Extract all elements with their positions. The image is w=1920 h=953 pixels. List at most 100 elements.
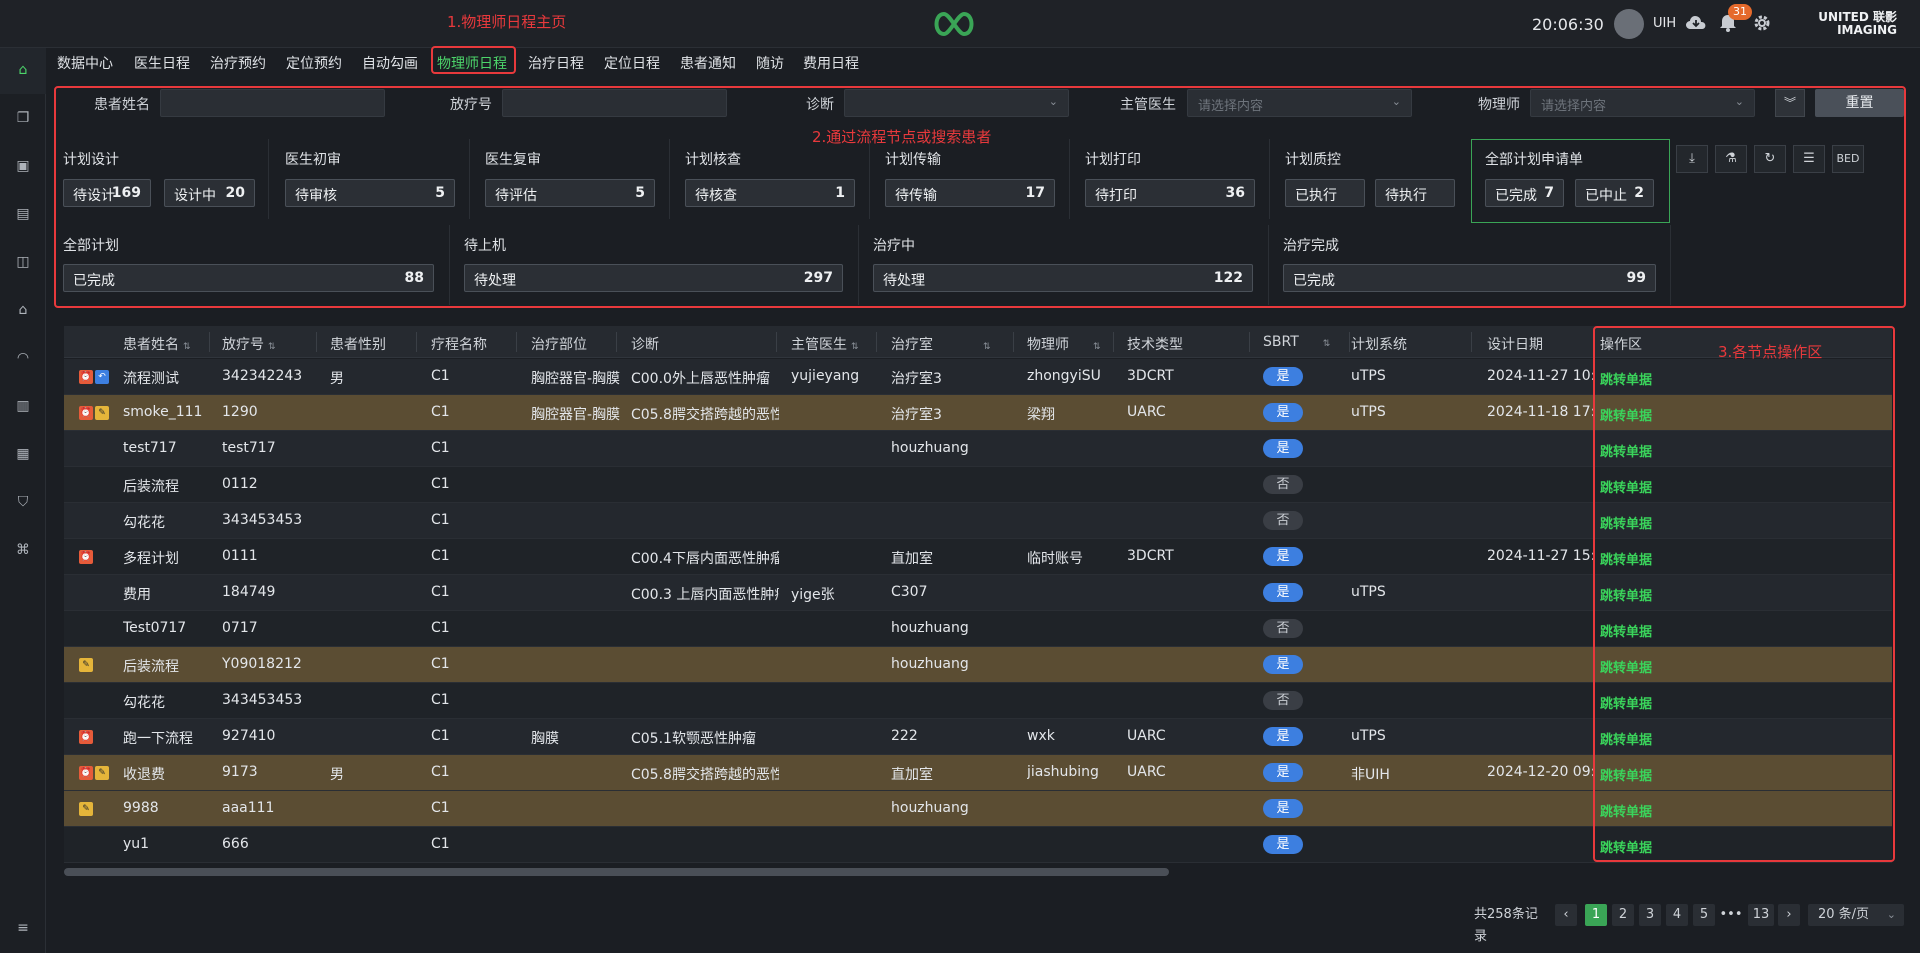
col-plan-system[interactable]: 计划系统	[1351, 334, 1407, 354]
alarm-icon[interactable]: ⏰	[79, 550, 93, 564]
patient-name-input[interactable]	[160, 89, 385, 117]
node-btn-to-transfer[interactable]: 待传输 17	[885, 179, 1055, 207]
col-radio-no[interactable]: 放疗号 ⇅	[222, 334, 276, 354]
doctor-select[interactable]: 请选择内容 ⌄	[1187, 89, 1412, 117]
page-ellipsis[interactable]: •••	[1718, 904, 1744, 926]
col-diagnosis[interactable]: 诊断	[631, 334, 659, 354]
node-btn-to-check[interactable]: 待核查 1	[685, 179, 855, 207]
alarm-icon[interactable]: ⏰	[79, 406, 93, 420]
node-btn-treatment-done[interactable]: 已完成 99	[1283, 264, 1656, 292]
col-design-date[interactable]: 设计日期	[1487, 334, 1543, 354]
node-btn-to-design[interactable]: 待设计 169	[63, 179, 151, 207]
page-button-5[interactable]: 5	[1693, 904, 1715, 926]
prev-page-button[interactable]: ‹	[1555, 904, 1577, 926]
home-icon[interactable]: ⌂	[13, 60, 33, 80]
node-btn-pending-machine[interactable]: 待处理 297	[464, 264, 843, 292]
node-btn-executed[interactable]: 已执行	[1285, 179, 1365, 207]
page-button-2[interactable]: 2	[1612, 904, 1634, 926]
cell-plan-system: 非UIH	[1351, 767, 1390, 783]
nav-item-patient-notice[interactable]: 患者通知	[680, 54, 736, 74]
reset-button[interactable]: 重置	[1815, 89, 1904, 117]
next-page-button[interactable]: ›	[1778, 904, 1800, 926]
page-button-1[interactable]: 1	[1585, 904, 1607, 926]
nav-item-doctor-schedule[interactable]: 医生日程	[134, 54, 190, 74]
layers-icon[interactable]: ❐	[13, 108, 33, 128]
node-btn-label: 待核查	[695, 188, 737, 204]
col-sex[interactable]: 患者性别	[330, 334, 386, 354]
page-size-select[interactable]: 20 条/页 ⌄	[1808, 904, 1904, 926]
node-btn-designing[interactable]: 设计中 20	[164, 179, 255, 207]
nav-item-fee-schedule[interactable]: 费用日程	[803, 54, 859, 74]
annotation-2: 2.通过流程节点或搜索患者	[812, 128, 992, 146]
list-icon[interactable]: ☰	[1793, 145, 1825, 173]
nav-item-data-center[interactable]: 数据中心	[57, 54, 113, 74]
nav-item-followup[interactable]: 随访	[756, 54, 784, 74]
col-patient-name[interactable]: 患者姓名 ⇅	[123, 334, 191, 354]
col-room[interactable]: 治疗室 ⇅	[891, 334, 991, 354]
page-button-3[interactable]: 3	[1639, 904, 1661, 926]
nav-item-treatment-schedule[interactable]: 治疗日程	[528, 54, 584, 74]
col-sbrt[interactable]: SBRT ⇅	[1263, 334, 1330, 350]
nav-item-auto-contour[interactable]: 自动勾画	[362, 54, 418, 74]
node-btn-to-execute[interactable]: 待执行	[1375, 179, 1455, 207]
user-name[interactable]: UIH	[1653, 16, 1676, 31]
sort-icon: ⇅	[851, 342, 859, 352]
chart-icon[interactable]: ▥	[13, 396, 33, 416]
nav-item-positioning-booking[interactable]: 定位预约	[286, 54, 342, 74]
col-doctor[interactable]: 主管医生 ⇅	[791, 334, 859, 354]
flask-icon[interactable]: ⚗	[1715, 145, 1747, 173]
schedule-icon[interactable]: ◫	[13, 252, 33, 272]
download-icon[interactable]: ⤓	[1676, 145, 1708, 173]
bed-button[interactable]: BED	[1832, 145, 1864, 173]
col-physicist[interactable]: 物理师 ⇅	[1027, 334, 1101, 354]
radio-no-input[interactable]	[502, 89, 727, 117]
col-site[interactable]: 治疗部位	[531, 334, 587, 354]
node-btn-all-plans-done[interactable]: 已完成 88	[63, 264, 434, 292]
node-btn-in-treatment[interactable]: 待处理 122	[873, 264, 1253, 292]
node-btn-req-done[interactable]: 已完成 7	[1485, 179, 1564, 207]
cell-plan-system: uTPS	[1351, 404, 1386, 420]
back-icon[interactable]: ↶	[95, 370, 109, 384]
cell-design-date: 2024-12-20 09:	[1487, 764, 1596, 780]
alarm-icon[interactable]: ⏰	[79, 766, 93, 780]
annotation-box-operations	[1593, 326, 1895, 862]
nav-item-positioning-schedule[interactable]: 定位日程	[604, 54, 660, 74]
cloud-download-icon[interactable]	[1685, 14, 1707, 32]
alarm-icon[interactable]: ⏰	[79, 730, 93, 744]
edit-icon[interactable]: ✎	[95, 406, 109, 420]
double-chevron-down-icon[interactable]: ︾	[1775, 89, 1805, 117]
command-icon[interactable]: ⌘	[13, 540, 33, 560]
edit-icon[interactable]: ✎	[79, 802, 93, 816]
node-btn-label: 待审核	[295, 188, 337, 204]
horizontal-scrollbar[interactable]	[64, 868, 1169, 876]
node-btn-to-review[interactable]: 待审核 5	[285, 179, 455, 207]
avatar[interactable]	[1614, 9, 1644, 39]
headset-icon[interactable]: ◠	[13, 348, 33, 368]
gear-icon[interactable]	[1752, 13, 1772, 33]
edit-icon[interactable]: ✎	[79, 658, 93, 672]
page-button-4[interactable]: 4	[1666, 904, 1688, 926]
node-btn-count: 88	[404, 270, 424, 286]
node-btn-to-print[interactable]: 待打印 36	[1085, 179, 1255, 207]
page-button-13[interactable]: 13	[1748, 904, 1774, 926]
calendar-icon[interactable]: ▤	[13, 204, 33, 224]
cell-radio-no: Y09018212	[222, 656, 302, 672]
node-title-plan-design: 计划设计	[63, 152, 119, 168]
shield-icon[interactable]: ⛉	[13, 492, 33, 512]
edit-icon[interactable]: ✎	[95, 766, 109, 780]
node-btn-to-evaluate[interactable]: 待评估 5	[485, 179, 655, 207]
house-icon[interactable]: ⌂	[13, 300, 33, 320]
node-btn-count: 5	[635, 185, 645, 201]
nav-item-treatment-booking[interactable]: 治疗预约	[210, 54, 266, 74]
node-title-treatment-done: 治疗完成	[1283, 238, 1339, 254]
report-icon[interactable]: ▦	[13, 444, 33, 464]
refresh-icon[interactable]: ↻	[1754, 145, 1786, 173]
clipboard-icon[interactable]: ▣	[13, 156, 33, 176]
physicist-select[interactable]: 请选择内容 ⌄	[1530, 89, 1755, 117]
node-btn-req-aborted[interactable]: 已中止 2	[1575, 179, 1654, 207]
col-technique[interactable]: 技术类型	[1127, 334, 1183, 354]
alarm-icon[interactable]: ⏰	[79, 370, 93, 384]
diagnosis-select[interactable]: ⌄	[844, 89, 1069, 117]
menu-collapse-icon[interactable]: ≡	[13, 918, 33, 938]
col-course[interactable]: 疗程名称	[431, 334, 487, 354]
